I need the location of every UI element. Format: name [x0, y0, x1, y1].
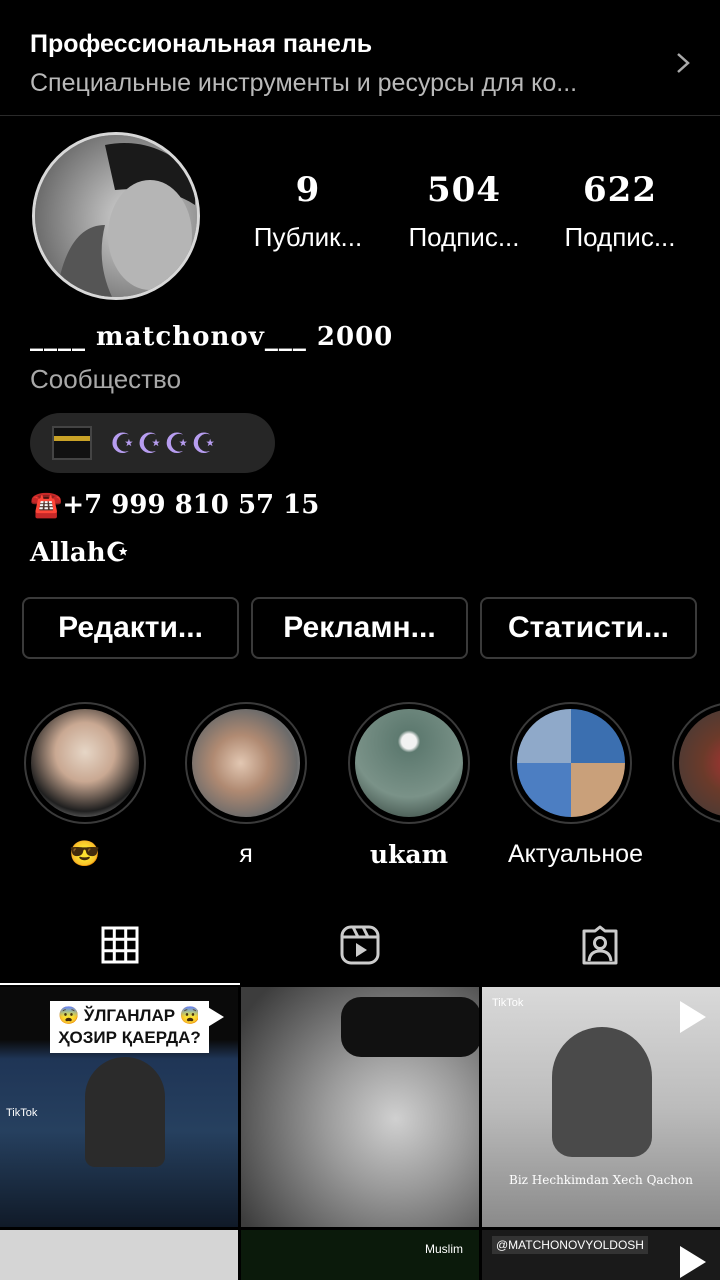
bio-phone[interactable]: ☎️+7 999 810 57 15: [30, 490, 319, 520]
profile-category: Сообщество: [30, 364, 182, 394]
highlight-label: Актуальное: [508, 840, 643, 868]
highlight-label: ukam: [369, 840, 449, 869]
tiktok-watermark: TikTok: [6, 1107, 38, 1119]
profile-chip[interactable]: ☪☪☪☪: [30, 413, 275, 473]
post-figure: [85, 1057, 165, 1167]
profile-username: ____ matchonov___ 2000: [30, 322, 394, 352]
bio-line: Allah☪: [30, 538, 129, 568]
post-figure: [552, 1027, 652, 1157]
post-thumbnail[interactable]: @MATCHONOVYOLDOSH: [482, 1230, 720, 1280]
tiktok-watermark: TikTok: [492, 997, 524, 1009]
chip-text: ☪☪☪☪: [110, 427, 219, 459]
tab-tagged[interactable]: [480, 905, 720, 985]
highlight-item[interactable]: s: [670, 702, 720, 869]
grid-icon: [101, 926, 139, 964]
post-caption: 😨 ЎЛГАНЛАР 😨 ҲОЗИР ҚАЕРДА?: [50, 1001, 209, 1053]
story-highlights: 😎 я ukam Актуальное s: [0, 702, 720, 872]
stat-following[interactable]: 622 Подпис...: [542, 170, 698, 253]
edit-profile-button[interactable]: Редакти...: [22, 597, 239, 659]
profile-tabs: [0, 905, 720, 985]
post-thumbnail[interactable]: 😨 ЎЛГАНЛАР 😨 ҲОЗИР ҚАЕРДА? TikTok: [0, 987, 238, 1227]
highlight-cover: [517, 709, 625, 817]
avatar-image: [35, 135, 197, 297]
play-icon: [680, 1246, 706, 1278]
stat-following-label: Подпис...: [564, 222, 676, 252]
highlight-cover: [192, 709, 300, 817]
highlight-item[interactable]: ukam: [346, 702, 472, 869]
highlight-label: s: [670, 840, 720, 869]
profile-actions: Редакти... Рекламн... Статисти...: [22, 597, 698, 659]
ad-tools-button[interactable]: Рекламн...: [251, 597, 468, 659]
post-thumbnail[interactable]: Muslim: [241, 1230, 479, 1280]
stat-posts-count: 9: [295, 170, 321, 210]
highlight-item[interactable]: 😎: [22, 702, 148, 869]
post-thumbnail[interactable]: [241, 987, 479, 1227]
highlight-cover: [31, 709, 139, 817]
tab-posts-grid[interactable]: [0, 905, 240, 985]
stat-posts-label: Публик...: [253, 222, 363, 252]
post-tag: @MATCHONOVYOLDOSH: [492, 1236, 648, 1254]
posts-grid: 😨 ЎЛГАНЛАР 😨 ҲОЗИР ҚАЕРДА? TikTok TikTok…: [0, 987, 720, 1280]
profile-stats: 9 Публик... 504 Подпис... 622 Подпис...: [230, 170, 700, 253]
post-caption: Biz Hechkimdan Xech Qachon: [509, 1173, 693, 1187]
pro-panel-subtitle: Специальные инструменты и ресурсы для ко…: [30, 69, 578, 97]
highlight-label: 😎: [69, 840, 101, 868]
insights-button[interactable]: Статисти...: [480, 597, 697, 659]
highlight-cover: [679, 709, 720, 817]
professional-panel[interactable]: Профессиональная панель Специальные инст…: [0, 0, 720, 116]
pro-panel-title: Профессиональная панель: [30, 30, 373, 58]
chevron-right-icon: [677, 53, 690, 73]
reels-icon: [340, 925, 380, 965]
stat-followers-label: Подпис...: [408, 222, 520, 252]
stat-followers-count: 504: [427, 170, 501, 210]
play-icon: [680, 1001, 706, 1033]
stat-posts[interactable]: 9 Публик...: [230, 170, 386, 253]
tagged-icon: [582, 925, 618, 965]
post-thumbnail[interactable]: TikTok Biz Hechkimdan Xech Qachon: [482, 987, 720, 1227]
post-hair: [341, 997, 479, 1057]
highlight-item[interactable]: Актуальное: [508, 702, 643, 869]
stat-followers[interactable]: 504 Подпис...: [386, 170, 542, 253]
tab-reels[interactable]: [240, 905, 480, 985]
stat-following-count: 622: [583, 170, 657, 210]
profile-avatar[interactable]: [32, 132, 200, 300]
play-icon: [198, 1001, 224, 1033]
highlight-label: я: [239, 840, 253, 868]
highlight-item[interactable]: я: [183, 702, 309, 869]
post-thumbnail[interactable]: [0, 1230, 238, 1280]
highlight-cover: [355, 709, 463, 817]
kaaba-icon: [52, 426, 92, 460]
post-tag: Muslim: [425, 1242, 463, 1256]
